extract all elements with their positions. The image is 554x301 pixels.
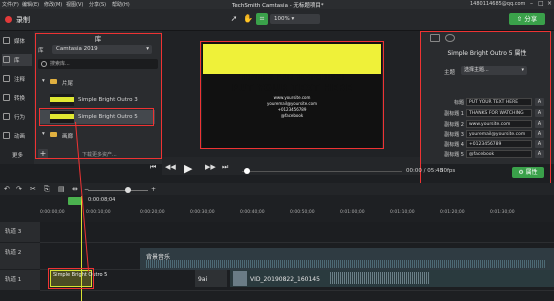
track-label: 轨道 2: [5, 250, 22, 256]
menu-edit[interactable]: 编辑(E): [22, 1, 39, 8]
playhead-time: 0:00:08;04: [88, 197, 116, 203]
ruler-tick-label: 0:00:00;00: [40, 210, 65, 215]
paste-icon[interactable]: ▤: [58, 185, 65, 193]
highlight-box-library-item: [39, 108, 154, 126]
highlight-box-library: [35, 33, 162, 159]
maximize-icon[interactable]: □: [538, 0, 544, 7]
redo-icon[interactable]: ↷: [16, 185, 22, 193]
track-header[interactable]: 轨道 1: [0, 270, 40, 290]
copy-icon[interactable]: ⎘: [44, 185, 50, 194]
ruler-tick-label: 0:00:20;00: [140, 210, 165, 215]
menu-share[interactable]: 分享(S): [89, 1, 106, 8]
menu-help[interactable]: 帮助(H): [112, 1, 130, 8]
zoom-in-icon[interactable]: +: [151, 186, 156, 193]
video-clip-label: VID_20190822_160145: [250, 276, 320, 283]
next-frame-icon[interactable]: ▶▶: [205, 163, 216, 171]
media-icon: [3, 37, 10, 44]
media-clip-label: 9ai: [198, 276, 208, 283]
previous-frame-icon[interactable]: ◀◀: [165, 163, 176, 171]
sidebar-item-label: 库: [14, 58, 20, 64]
sidebar-item-animations[interactable]: 动画: [2, 130, 32, 142]
ruler-tick-label: 0:01:20;00: [440, 210, 465, 215]
sidebar-item-transitions[interactable]: 转换: [2, 92, 32, 104]
record-button[interactable]: 录制: [16, 15, 30, 25]
timeline-zoom-slider[interactable]: [88, 190, 148, 191]
video-thumbnail: [233, 271, 247, 286]
properties-button-label: 属性: [525, 169, 538, 176]
tools-sidebar: 媒体 库 注释 转换 行为 动画 更多: [0, 31, 34, 164]
close-icon[interactable]: ×: [547, 0, 552, 7]
playback-bar: [162, 157, 420, 175]
scrubber-handle[interactable]: [244, 168, 250, 174]
sidebar-item-label: 注释: [14, 77, 26, 83]
sidebar-item-media[interactable]: 媒体: [2, 35, 32, 47]
sidebar-item-annotations[interactable]: 注释: [2, 73, 32, 85]
annotation-icon: [3, 75, 10, 82]
ruler-tick-label: 0:00:50;00: [290, 210, 315, 215]
ruler-tick-label: 0:00:30;00: [190, 210, 215, 215]
sidebar-item-label: 动画: [14, 134, 26, 140]
track-label: 轨道 1: [5, 277, 22, 283]
behavior-icon: [3, 113, 10, 120]
pointer-tool-icon[interactable]: ➚: [228, 13, 240, 25]
sidebar-item-library[interactable]: 库: [2, 54, 32, 66]
properties-button[interactable]: ⚙ 属性: [512, 167, 544, 178]
library-icon: [3, 56, 10, 63]
play-icon[interactable]: ▶: [184, 162, 192, 175]
video-audio-waveform: [330, 272, 430, 284]
ruler-tick-label: 0:01:30;00: [490, 210, 515, 215]
split-icon[interactable]: ⇹: [72, 185, 78, 193]
highlight-box-canvas: [200, 41, 384, 149]
step-back-icon[interactable]: ⏮: [150, 163, 156, 172]
share-label: 分享: [524, 15, 538, 23]
sidebar-item-label: 媒体: [14, 39, 26, 45]
track-label: 轨道 3: [5, 229, 22, 235]
zoom-out-icon[interactable]: −: [84, 186, 89, 193]
sidebar-item-more[interactable]: 更多: [2, 149, 32, 161]
sidebar-item-label: 更多: [12, 153, 24, 159]
account-email[interactable]: 1480114685@qq.com: [470, 1, 525, 7]
audio-clip-label: 背景音乐: [146, 254, 171, 261]
sidebar-item-label: 行为: [14, 115, 26, 121]
menu-modify[interactable]: 修改(M): [44, 1, 62, 8]
sidebar-item-label: 转换: [14, 96, 26, 102]
pan-tool-icon[interactable]: ✋: [242, 13, 254, 25]
window-title: TechSmith Camtasia - 无标题项目*: [232, 3, 324, 9]
undo-icon[interactable]: ↶: [4, 185, 10, 193]
ruler-tick-label: 0:01:10;00: [390, 210, 415, 215]
step-forward-icon[interactable]: ⏭: [222, 163, 228, 172]
ruler-tick-label: 0:00:40;00: [240, 210, 265, 215]
zoom-select[interactable]: 100% ▾: [270, 14, 320, 24]
cut-icon[interactable]: ✂: [30, 185, 36, 193]
playback-scrubber[interactable]: [242, 171, 402, 172]
zoom-value: 100%: [274, 16, 290, 22]
transition-icon: [3, 94, 10, 101]
ruler-tick-label: 0:01:00;00: [340, 210, 365, 215]
audio-waveform: [146, 260, 546, 268]
track-header[interactable]: 轨道 2: [0, 243, 40, 269]
time-readout: 00:00 / 05:48: [406, 168, 444, 174]
crop-tool-icon[interactable]: ⌗: [256, 13, 268, 25]
track-3-lane[interactable]: [40, 222, 554, 243]
menu-view[interactable]: 视图(V): [66, 1, 83, 8]
share-button[interactable]: ⇧ 分享: [509, 13, 545, 25]
timeline-zoom-handle[interactable]: [125, 187, 131, 193]
record-icon[interactable]: [5, 16, 12, 23]
fps-readout: 30fps: [440, 168, 456, 174]
menu-file[interactable]: 文件(F): [2, 1, 19, 8]
ruler-tick-label: 0:00:10;00: [86, 210, 111, 215]
animation-icon: [3, 132, 10, 139]
track-header[interactable]: 轨道 3: [0, 222, 40, 242]
sidebar-item-behaviors[interactable]: 行为: [2, 111, 32, 123]
minimize-icon[interactable]: –: [530, 0, 533, 7]
playhead-marker[interactable]: [68, 197, 82, 205]
